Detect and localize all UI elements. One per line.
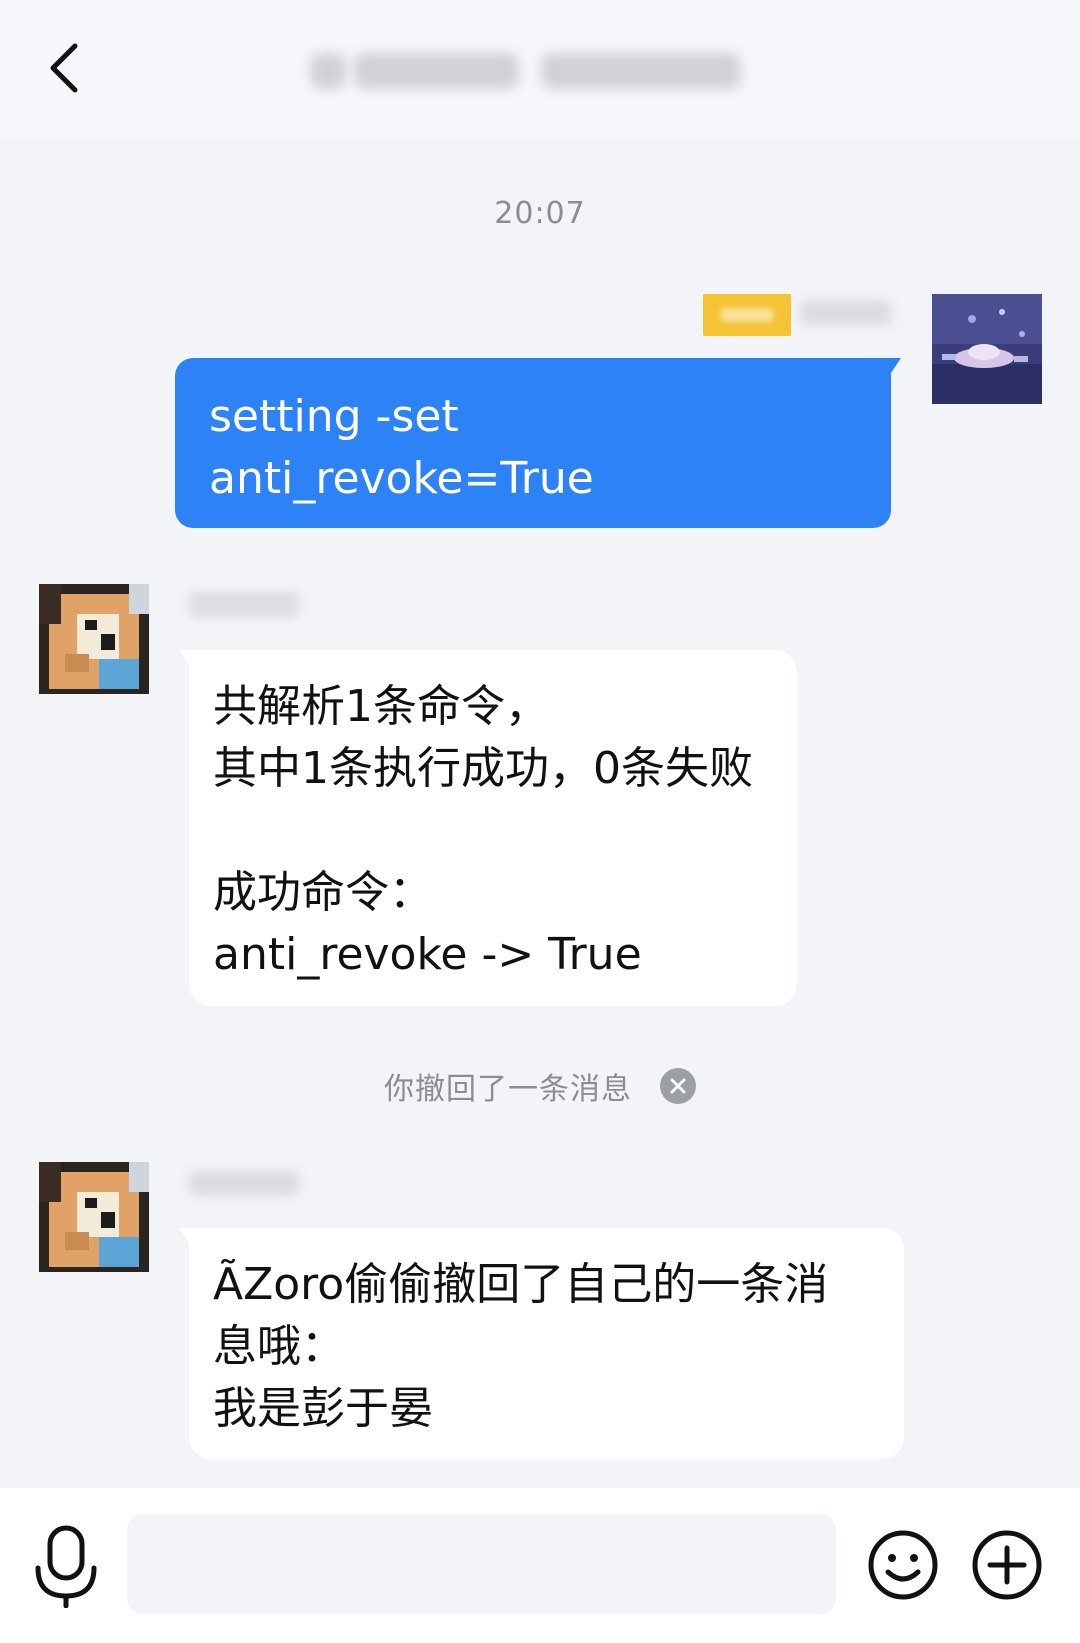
top-bar <box>0 0 1080 138</box>
bubble-tail <box>179 650 191 668</box>
message-line: setting -set <box>209 391 459 442</box>
message-input[interactable] <box>127 1514 836 1614</box>
avatar-bot[interactable] <box>39 1162 149 1272</box>
incoming-message-bubble[interactable]: 共解析1条命令， 其中1条执行成功，0条失败 成功命令： anti_revoke… <box>179 650 797 1006</box>
sender-name-bot <box>189 592 299 618</box>
close-circle-icon[interactable] <box>660 1068 696 1104</box>
bubble-tail <box>889 358 901 376</box>
voice-button[interactable] <box>30 1524 102 1609</box>
back-button[interactable] <box>30 28 100 108</box>
avatar-bot[interactable] <box>39 584 149 694</box>
avatar-self[interactable] <box>932 294 1042 404</box>
input-bar <box>0 1488 1080 1643</box>
chevron-left-icon <box>50 43 78 93</box>
message-line: 成功命令： <box>213 867 433 918</box>
sender-badge <box>703 294 791 336</box>
title-blur-block <box>541 53 741 89</box>
sender-name-self <box>800 300 892 326</box>
message-line: 共解析1条命令， <box>213 681 549 732</box>
chat-title <box>310 42 775 100</box>
recall-notice-text: 你撤回了一条消息 <box>384 1072 632 1107</box>
microphone-icon <box>35 1525 97 1609</box>
more-button[interactable] <box>970 1528 1044 1602</box>
avatar-dog-image <box>39 584 149 694</box>
recall-notice: 你撤回了一条消息 <box>0 1058 1080 1114</box>
avatar-galaxy-image <box>932 294 1042 404</box>
message-line: 其中1条执行成功，0条失败 <box>213 743 753 794</box>
title-blur-block <box>354 53 519 89</box>
message-line: anti_revoke -> True <box>213 929 642 980</box>
outgoing-message-bubble[interactable]: setting -set anti_revoke=True <box>175 358 901 528</box>
message-timestamp: 20:07 <box>494 196 586 231</box>
close-icon <box>670 1078 686 1094</box>
message-line: 我是彭于晏 <box>213 1383 433 1434</box>
avatar-dog-image <box>39 1162 149 1272</box>
plus-circle-icon <box>972 1530 1042 1600</box>
title-blur-block <box>310 53 346 89</box>
message-line <box>213 800 773 862</box>
message-line: ÃZoro偷偷撤回了自己的一条消 <box>213 1259 829 1310</box>
incoming-message-bubble[interactable]: ÃZoro偷偷撤回了自己的一条消 息哦： 我是彭于晏 <box>179 1228 904 1459</box>
smiley-icon <box>868 1530 938 1600</box>
emoji-button[interactable] <box>866 1528 940 1602</box>
sender-name-bot <box>189 1170 299 1196</box>
message-line: anti_revoke=True <box>209 453 594 504</box>
bubble-tail <box>179 1228 191 1246</box>
message-line: 息哦： <box>213 1321 345 1372</box>
